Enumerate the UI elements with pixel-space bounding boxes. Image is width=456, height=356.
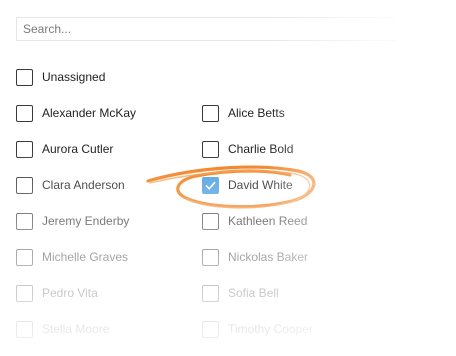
checkbox-aurora-cutler[interactable] [16,140,33,158]
option-aurora-cutler[interactable]: Aurora Cutler [16,139,113,159]
option-label: Charlie Bold [228,142,294,156]
option-label: Aurora Cutler [42,142,114,156]
option-timothy-cooper[interactable]: Timothy Cooper [202,319,313,339]
checkbox-unassigned[interactable] [16,68,33,86]
option-alexander-mckay[interactable]: Alexander McKay [16,103,136,123]
checkbox-kathleen-reed[interactable] [202,212,219,230]
option-stella-moore[interactable]: Stella Moore [16,319,109,339]
checkbox-nickolas-baker[interactable] [202,248,219,266]
checkbox-clara-anderson[interactable] [16,176,33,194]
option-label: Unassigned [42,70,106,84]
checkbox-alice-betts[interactable] [202,104,219,122]
checkbox-stella-moore[interactable] [16,320,33,338]
option-label: Nickolas Baker [228,250,309,264]
option-clara-anderson[interactable]: Clara Anderson [16,175,125,195]
option-label: Timothy Cooper [228,322,313,336]
option-jeremy-enderby[interactable]: Jeremy Enderby [16,211,129,231]
option-label: Jeremy Enderby [42,214,130,228]
option-label: Pedro Vita [42,286,98,300]
option-label: David White [228,178,293,192]
option-alice-betts[interactable]: Alice Betts [202,103,285,123]
option-david-white[interactable]: David White [202,175,293,195]
checkbox-alexander-mckay[interactable] [16,104,33,122]
option-label: Alice Betts [228,106,285,120]
search-input[interactable] [16,17,396,41]
option-pedro-vita[interactable]: Pedro Vita [16,283,98,303]
checkbox-michelle-graves[interactable] [16,248,33,266]
option-michelle-graves[interactable]: Michelle Graves [16,247,128,267]
checkbox-jeremy-enderby[interactable] [16,212,33,230]
option-label: Clara Anderson [42,178,125,192]
checkbox-timothy-cooper[interactable] [202,320,219,338]
option-label: Kathleen Reed [228,214,308,228]
option-unassigned[interactable]: Unassigned [16,67,105,87]
check-icon [205,181,216,190]
checkbox-charlie-bold[interactable] [202,140,219,158]
checkbox-david-white[interactable] [202,176,219,194]
checkbox-sofia-bell[interactable] [202,284,219,302]
option-charlie-bold[interactable]: Charlie Bold [202,139,293,159]
option-label: Michelle Graves [42,250,129,264]
option-kathleen-reed[interactable]: Kathleen Reed [202,211,307,231]
checkbox-pedro-vita[interactable] [16,284,33,302]
option-sofia-bell[interactable]: Sofia Bell [202,283,279,303]
option-label: Sofia Bell [228,286,279,300]
option-label: Stella Moore [42,322,110,336]
option-nickolas-baker[interactable]: Nickolas Baker [202,247,308,267]
option-label: Alexander McKay [42,106,137,120]
